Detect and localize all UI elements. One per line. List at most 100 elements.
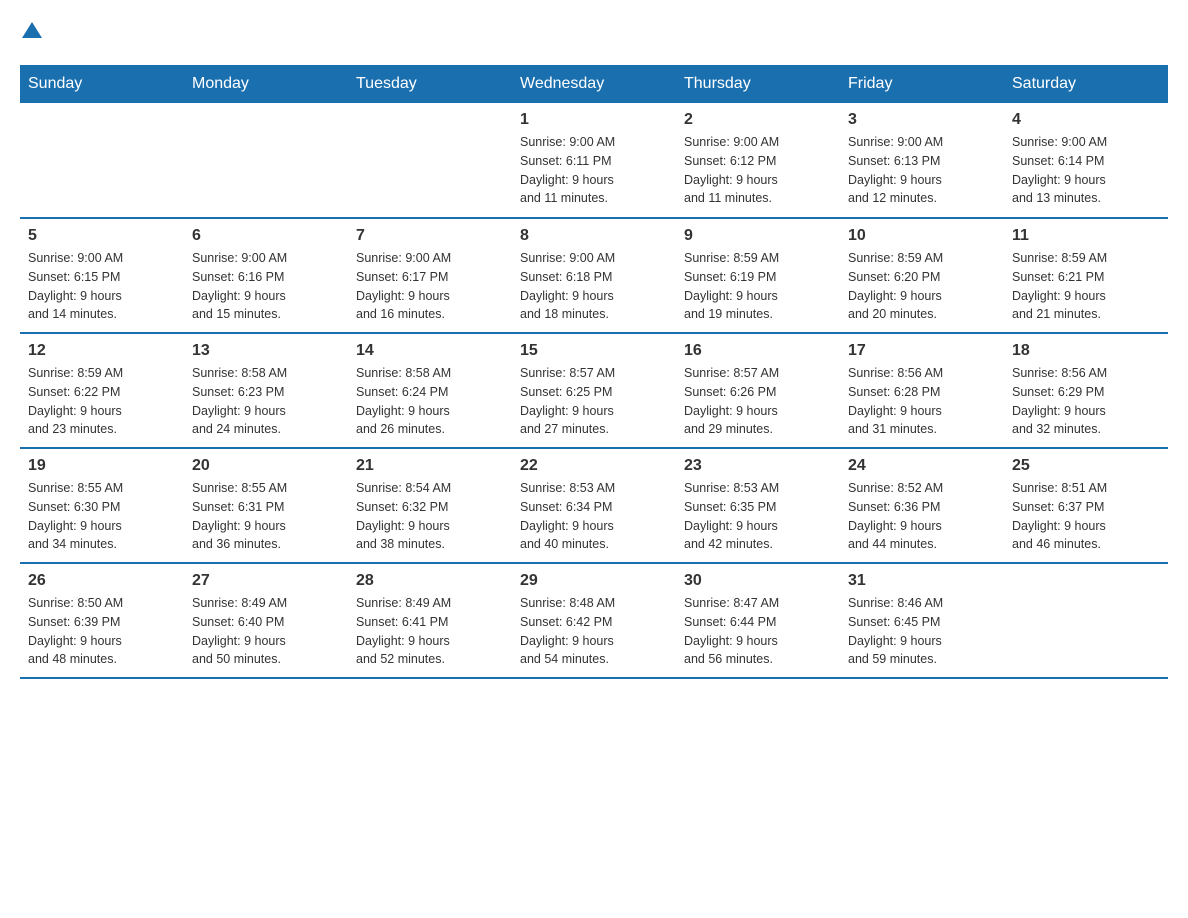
day-info: Sunrise: 8:49 AM Sunset: 6:40 PM Dayligh…: [192, 594, 340, 669]
day-number: 27: [192, 572, 340, 590]
day-info: Sunrise: 8:56 AM Sunset: 6:28 PM Dayligh…: [848, 364, 996, 439]
calendar-cell: 16 Sunrise: 8:57 AM Sunset: 6:26 PM Dayli…: [676, 333, 840, 448]
calendar-cell: 15 Sunrise: 8:57 AM Sunset: 6:25 PM Dayli…: [512, 333, 676, 448]
calendar-cell: 18 Sunrise: 8:56 AM Sunset: 6:29 PM Dayli…: [1004, 333, 1168, 448]
header-wednesday: Wednesday: [512, 65, 676, 103]
day-info: Sunrise: 8:59 AM Sunset: 6:22 PM Dayligh…: [28, 364, 176, 439]
calendar-cell: 22 Sunrise: 8:53 AM Sunset: 6:34 PM Dayli…: [512, 448, 676, 563]
day-number: 11: [1012, 227, 1160, 245]
day-info: Sunrise: 8:58 AM Sunset: 6:24 PM Dayligh…: [356, 364, 504, 439]
day-number: 3: [848, 111, 996, 129]
calendar-cell: 19Sunrise: 8:55 AM Sunset: 6:30 PM Dayli…: [20, 448, 184, 563]
day-info: Sunrise: 9:00 AM Sunset: 6:14 PM Dayligh…: [1012, 133, 1160, 208]
calendar-cell: 13Sunrise: 8:58 AM Sunset: 6:23 PM Dayli…: [184, 333, 348, 448]
day-info: Sunrise: 8:47 AM Sunset: 6:44 PM Dayligh…: [684, 594, 832, 669]
day-number: 13: [192, 342, 340, 360]
day-info: Sunrise: 9:00 AM Sunset: 6:11 PM Dayligh…: [520, 133, 668, 208]
day-info: Sunrise: 8:59 AM Sunset: 6:19 PM Dayligh…: [684, 249, 832, 324]
day-number: 1: [520, 111, 668, 129]
calendar-cell: 1 Sunrise: 9:00 AM Sunset: 6:11 PM Daylig…: [512, 103, 676, 218]
day-number: 29: [520, 572, 668, 590]
calendar-cell: 12 Sunrise: 8:59 AM Sunset: 6:22 PM Dayli…: [20, 333, 184, 448]
week-row-3: 19Sunrise: 8:55 AM Sunset: 6:30 PM Dayli…: [20, 448, 1168, 563]
calendar-cell: 11 Sunrise: 8:59 AM Sunset: 6:21 PM Dayli…: [1004, 218, 1168, 333]
day-number: 31: [848, 572, 996, 590]
day-number: 20: [192, 457, 340, 475]
day-number: 4: [1012, 111, 1160, 129]
header-row: SundayMondayTuesdayWednesdayThursdayFrid…: [20, 65, 1168, 103]
calendar-cell: 30 Sunrise: 8:47 AM Sunset: 6:44 PM Dayli…: [676, 563, 840, 678]
day-info: Sunrise: 8:53 AM Sunset: 6:34 PM Dayligh…: [520, 479, 668, 554]
calendar-cell: 25 Sunrise: 8:51 AM Sunset: 6:37 PM Dayli…: [1004, 448, 1168, 563]
day-number: 6: [192, 227, 340, 245]
day-info: Sunrise: 9:00 AM Sunset: 6:17 PM Dayligh…: [356, 249, 504, 324]
calendar-cell: 7 Sunrise: 9:00 AM Sunset: 6:17 PM Daylig…: [348, 218, 512, 333]
day-info: Sunrise: 8:46 AM Sunset: 6:45 PM Dayligh…: [848, 594, 996, 669]
day-number: 16: [684, 342, 832, 360]
calendar-cell: 14 Sunrise: 8:58 AM Sunset: 6:24 PM Dayli…: [348, 333, 512, 448]
header-monday: Monday: [184, 65, 348, 103]
week-row-1: 5Sunrise: 9:00 AM Sunset: 6:15 PM Daylig…: [20, 218, 1168, 333]
calendar-cell: 28 Sunrise: 8:49 AM Sunset: 6:41 PM Dayli…: [348, 563, 512, 678]
day-number: 24: [848, 457, 996, 475]
header-saturday: Saturday: [1004, 65, 1168, 103]
day-info: Sunrise: 9:00 AM Sunset: 6:18 PM Dayligh…: [520, 249, 668, 324]
header-sunday: Sunday: [20, 65, 184, 103]
calendar-cell: 27 Sunrise: 8:49 AM Sunset: 6:40 PM Dayli…: [184, 563, 348, 678]
day-number: 12: [28, 342, 176, 360]
day-number: 25: [1012, 457, 1160, 475]
day-number: 7: [356, 227, 504, 245]
calendar-cell: 10Sunrise: 8:59 AM Sunset: 6:20 PM Dayli…: [840, 218, 1004, 333]
day-number: 28: [356, 572, 504, 590]
header-tuesday: Tuesday: [348, 65, 512, 103]
week-row-0: 1 Sunrise: 9:00 AM Sunset: 6:11 PM Daylig…: [20, 103, 1168, 218]
day-number: 17: [848, 342, 996, 360]
day-info: Sunrise: 8:56 AM Sunset: 6:29 PM Dayligh…: [1012, 364, 1160, 439]
calendar-cell: [348, 103, 512, 218]
day-number: 22: [520, 457, 668, 475]
calendar-cell: 4 Sunrise: 9:00 AM Sunset: 6:14 PM Daylig…: [1004, 103, 1168, 218]
calendar-cell: 5Sunrise: 9:00 AM Sunset: 6:15 PM Daylig…: [20, 218, 184, 333]
header-friday: Friday: [840, 65, 1004, 103]
calendar-cell: 21Sunrise: 8:54 AM Sunset: 6:32 PM Dayli…: [348, 448, 512, 563]
day-info: Sunrise: 8:50 AM Sunset: 6:39 PM Dayligh…: [28, 594, 176, 669]
calendar-cell: 6 Sunrise: 9:00 AM Sunset: 6:16 PM Daylig…: [184, 218, 348, 333]
calendar-cell: 9Sunrise: 8:59 AM Sunset: 6:19 PM Daylig…: [676, 218, 840, 333]
page-header: [20, 20, 1168, 45]
day-info: Sunrise: 9:00 AM Sunset: 6:16 PM Dayligh…: [192, 249, 340, 324]
calendar-cell: [184, 103, 348, 218]
calendar-cell: 23Sunrise: 8:53 AM Sunset: 6:35 PM Dayli…: [676, 448, 840, 563]
day-info: Sunrise: 8:59 AM Sunset: 6:21 PM Dayligh…: [1012, 249, 1160, 324]
calendar-cell: 26Sunrise: 8:50 AM Sunset: 6:39 PM Dayli…: [20, 563, 184, 678]
day-info: Sunrise: 8:49 AM Sunset: 6:41 PM Dayligh…: [356, 594, 504, 669]
calendar-cell: 24Sunrise: 8:52 AM Sunset: 6:36 PM Dayli…: [840, 448, 1004, 563]
day-info: Sunrise: 8:51 AM Sunset: 6:37 PM Dayligh…: [1012, 479, 1160, 554]
calendar-cell: 17 Sunrise: 8:56 AM Sunset: 6:28 PM Dayli…: [840, 333, 1004, 448]
calendar-cell: 29 Sunrise: 8:48 AM Sunset: 6:42 PM Dayli…: [512, 563, 676, 678]
day-info: Sunrise: 8:57 AM Sunset: 6:26 PM Dayligh…: [684, 364, 832, 439]
calendar-cell: 3 Sunrise: 9:00 AM Sunset: 6:13 PM Daylig…: [840, 103, 1004, 218]
calendar-table: SundayMondayTuesdayWednesdayThursdayFrid…: [20, 65, 1168, 679]
calendar-cell: 20Sunrise: 8:55 AM Sunset: 6:31 PM Dayli…: [184, 448, 348, 563]
logo: [20, 20, 42, 45]
week-row-2: 12 Sunrise: 8:59 AM Sunset: 6:22 PM Dayli…: [20, 333, 1168, 448]
day-number: 21: [356, 457, 504, 475]
day-number: 18: [1012, 342, 1160, 360]
calendar-cell: [20, 103, 184, 218]
day-info: Sunrise: 8:57 AM Sunset: 6:25 PM Dayligh…: [520, 364, 668, 439]
day-info: Sunrise: 9:00 AM Sunset: 6:15 PM Dayligh…: [28, 249, 176, 324]
calendar-cell: [1004, 563, 1168, 678]
header-thursday: Thursday: [676, 65, 840, 103]
week-row-4: 26Sunrise: 8:50 AM Sunset: 6:39 PM Dayli…: [20, 563, 1168, 678]
logo-triangle-icon: [22, 20, 42, 40]
day-number: 15: [520, 342, 668, 360]
day-number: 30: [684, 572, 832, 590]
calendar-cell: 31 Sunrise: 8:46 AM Sunset: 6:45 PM Dayli…: [840, 563, 1004, 678]
day-number: 2: [684, 111, 832, 129]
day-number: 14: [356, 342, 504, 360]
day-info: Sunrise: 9:00 AM Sunset: 6:13 PM Dayligh…: [848, 133, 996, 208]
calendar-cell: 2 Sunrise: 9:00 AM Sunset: 6:12 PM Daylig…: [676, 103, 840, 218]
day-info: Sunrise: 9:00 AM Sunset: 6:12 PM Dayligh…: [684, 133, 832, 208]
day-info: Sunrise: 8:59 AM Sunset: 6:20 PM Dayligh…: [848, 249, 996, 324]
day-info: Sunrise: 8:48 AM Sunset: 6:42 PM Dayligh…: [520, 594, 668, 669]
